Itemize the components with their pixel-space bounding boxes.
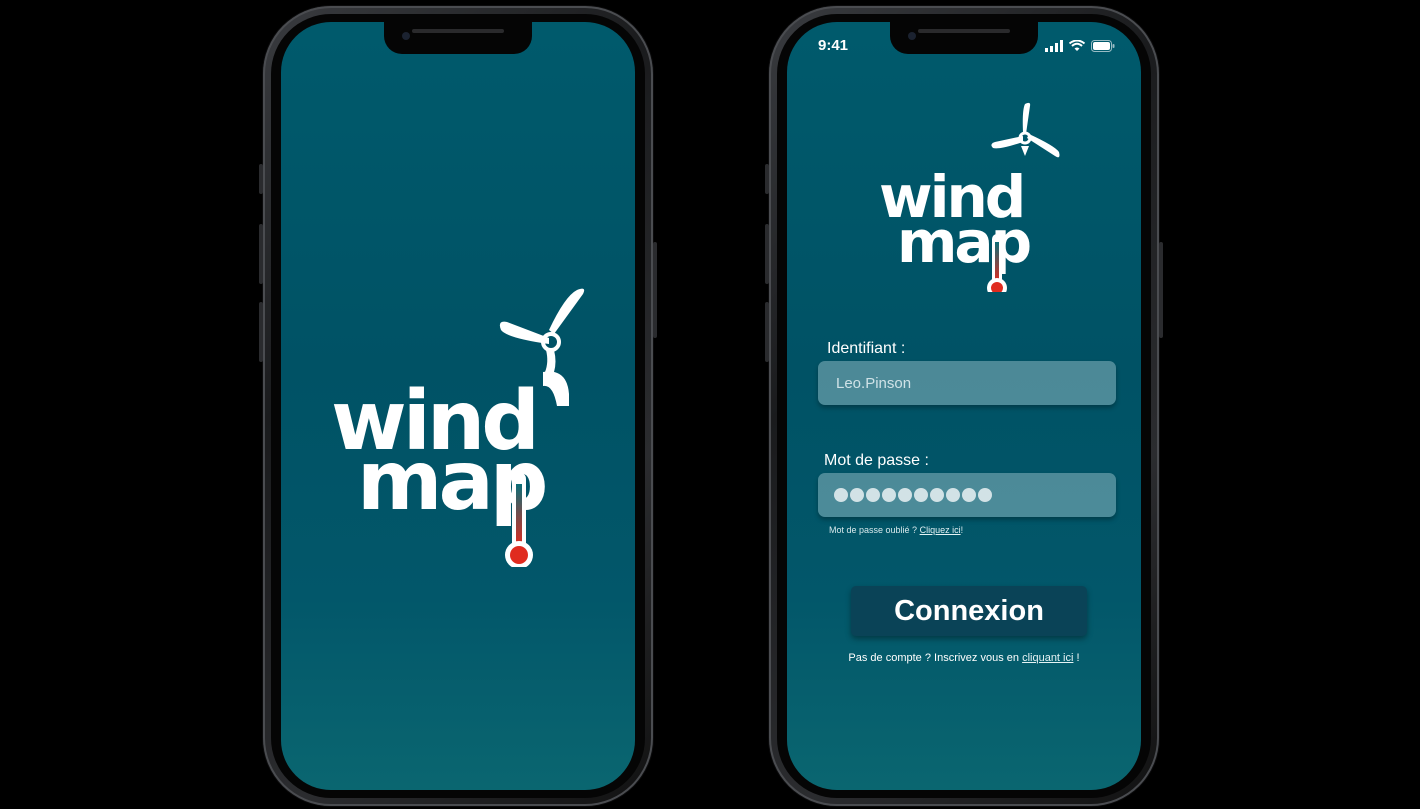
speaker [412,29,504,33]
login-screen: 9:41 wind map Identifiant: Leo.Pinson M… [787,22,1141,790]
windmap-logo: wind map [879,102,1069,292]
password-dot [866,488,880,502]
phone-splash: wind map [259,6,657,806]
mute-switch [259,164,263,194]
username-field[interactable] [818,361,1116,405]
password-dot [850,488,864,502]
stage: wind map 9:41 wind map Identifiant: Leo… [0,0,1420,809]
password-dot [946,488,960,502]
signup-suffix: ! [1076,652,1080,664]
username-label: Identifiant : [827,340,906,357]
windmap-logo: wind map [331,272,601,567]
phone-login: 9:41 wind map Identifiant: Leo.Pinson M… [765,6,1163,806]
password-dot [914,488,928,502]
camera-icon [402,32,410,40]
forgot-password-link[interactable]: Cliquez ici [920,525,961,535]
volume-up-button [259,224,263,284]
signup-note: Pas de compte ? Inscrivez vous en cliqua… [787,652,1141,664]
password-dot [834,488,848,502]
password-field[interactable] [818,473,1116,517]
connexion-button[interactable]: Connexion [851,586,1087,636]
password-dot [962,488,976,502]
forgot-password-note: Mot de passe oublié ? Cliquez ici! [829,525,963,535]
notch [890,22,1038,54]
splash-screen: wind map [281,22,635,790]
forgot-password-text: Mot de passe oublié ? [829,525,918,535]
turbine-icon [991,102,1060,158]
password-dot [930,488,944,502]
username-input[interactable] [834,373,1116,393]
windmap-logo-graphic: wind map [879,102,1060,292]
mute-switch [765,164,769,194]
logo-word-map: map [897,208,1030,276]
wifi-icon [1069,40,1085,51]
forgot-password-suffix: ! [960,525,964,535]
camera-icon [908,32,916,40]
volume-down-button [259,302,263,362]
volume-up-button [765,224,769,284]
password-dot [898,488,912,502]
status-icons [1045,40,1115,52]
status-time: 9:41 [818,37,849,54]
signup-text: Pas de compte ? Inscrivez vous en [848,652,1020,664]
power-button [1159,242,1163,338]
power-button [653,242,657,338]
speaker [918,29,1010,33]
password-dot [978,488,992,502]
notch [384,22,532,54]
windmap-logo-graphic: wind map [331,288,585,567]
password-mask[interactable] [834,488,992,502]
password-label: Mot de passe : [824,452,929,469]
password-dot [882,488,896,502]
signup-link[interactable]: cliquant ici [1022,652,1073,664]
volume-down-button [765,302,769,362]
signal-icon [1045,40,1063,52]
battery-icon [1091,40,1115,52]
